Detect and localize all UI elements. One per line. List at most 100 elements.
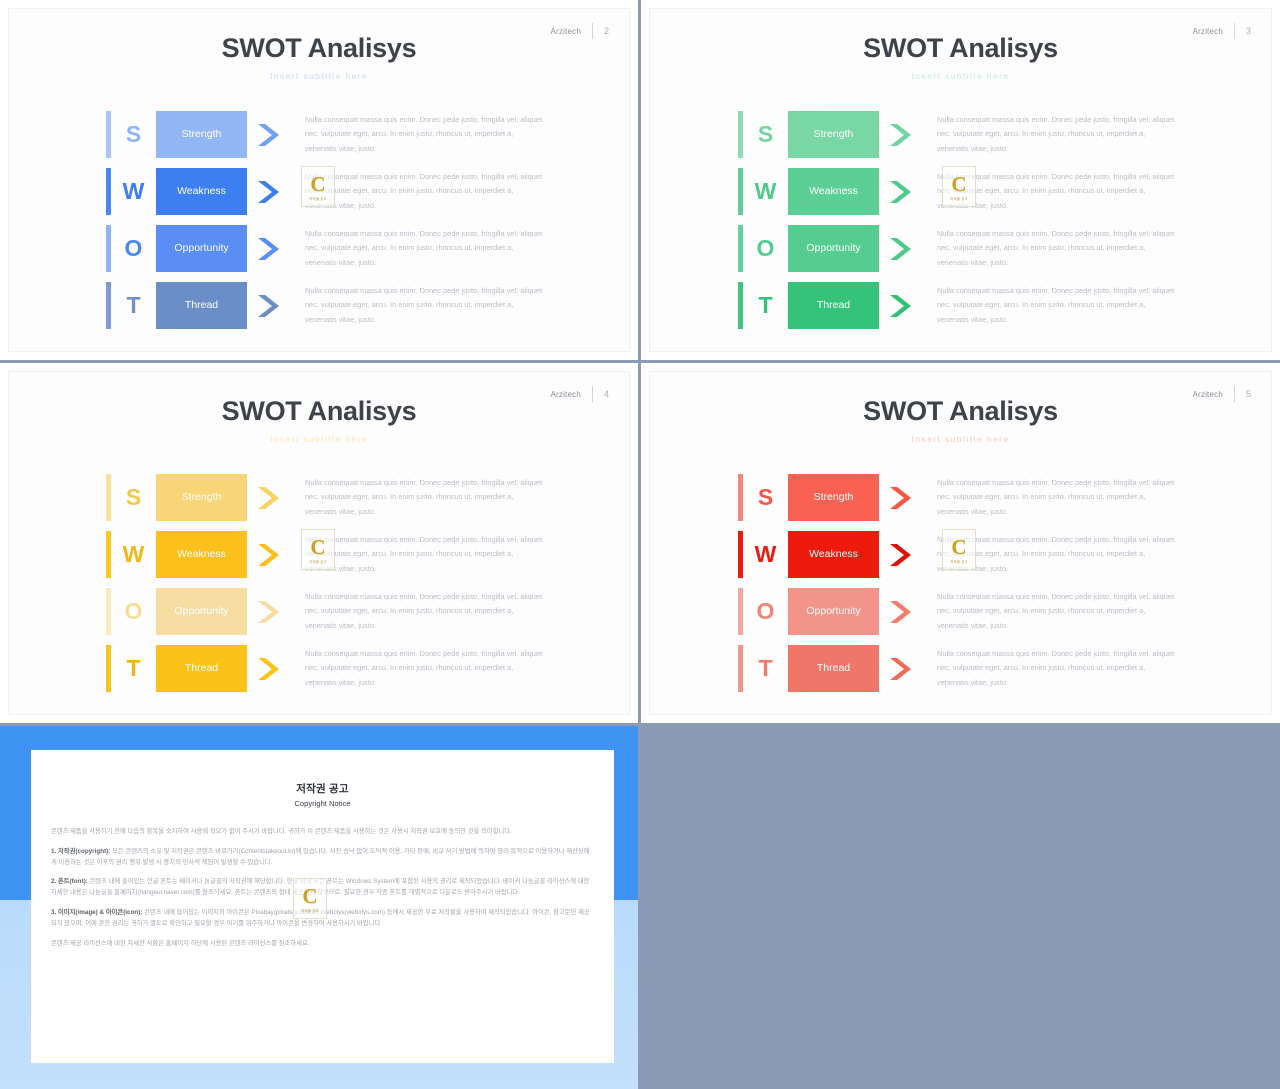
page-title: SWOT Analisys <box>221 396 417 426</box>
swot-label[interactable]: Opportunity <box>156 225 247 272</box>
chevron-right-icon <box>247 168 291 215</box>
paragraph-text: 콘텐츠 제공 라이선스에 대한 자세한 사항은 홈페이지 하단에 사용된 콘텐츠… <box>51 939 310 947</box>
swot-label[interactable]: Thread <box>156 645 247 692</box>
chevron-right-icon <box>247 111 291 158</box>
chevron-right-icon <box>247 645 291 692</box>
swot-description: Nulla consequat massa quis enim. Donec p… <box>937 591 1175 630</box>
paragraph-text: 모든 콘텐츠의 소유 및 저작권은 콘텐츠 바로가기(Contentstakeo… <box>51 847 590 866</box>
copyright-paragraph: 2. 폰트(font): 콘텐츠 내에 들어있는 한글 폰트는 베이커나 눔글꼴… <box>51 877 594 899</box>
swot-label[interactable]: Thread <box>788 282 879 329</box>
swot-letter: S <box>125 484 142 510</box>
swot-description: Nulla consequat massa quis enim. Donec p… <box>305 228 543 267</box>
swot-row[interactable]: T Thread Nulla consequat massa quis enim… <box>106 645 607 692</box>
paragraph-text: 콘텐츠 제품을 사용하기 전에 다음의 항목을 숙지하여 사용에 착오가 없어 … <box>51 828 512 835</box>
slide-thumbnail-copyright[interactable]: 저작권 공고 Copyright Notice 콘텐츠 제품을 사용하기 전에 … <box>0 726 638 1089</box>
swot-letter: O <box>756 598 775 624</box>
swot-label[interactable]: Weakness <box>156 168 247 215</box>
swot-row[interactable]: O Opportunity Nulla consequat massa quis… <box>106 225 607 272</box>
swot-letter: S <box>757 484 774 510</box>
swot-row[interactable]: S Strength Nulla consequat massa quis en… <box>738 111 1249 158</box>
swot-row[interactable]: T Thread Nulla consequat massa quis enim… <box>738 645 1249 692</box>
swot-row[interactable]: W Weakness Nulla consequat massa quis en… <box>738 531 1249 578</box>
swot-label[interactable]: Strength <box>156 474 247 521</box>
copyright-subtitle: Copyright Notice <box>294 799 351 808</box>
swot-letter: W <box>754 178 777 204</box>
page-subtitle: Insert subtitle here <box>911 71 1010 81</box>
swot-description: Nulla consequat massa quis enim. Donec p… <box>305 285 543 324</box>
swot-row[interactable]: W Weakness Nulla consequat massa quis en… <box>738 168 1249 215</box>
swot-row[interactable]: S Strength Nulla consequat massa quis en… <box>106 111 607 158</box>
swot-description: Nulla consequat massa quis enim. Donec p… <box>937 648 1175 687</box>
swot-row[interactable]: O Opportunity Nulla consequat massa quis… <box>738 225 1249 272</box>
page-title: SWOT Analisys <box>863 396 1058 426</box>
page-subtitle: Insert subtitle here <box>270 71 368 81</box>
swot-list-yellow: S Strength Nulla consequat massa quis en… <box>106 474 607 692</box>
swot-list-blue: S Strength Nulla consequat massa quis en… <box>106 111 607 329</box>
paragraph-lead: 2. 폰트(font): <box>51 878 88 886</box>
slide-thumbnail-blue[interactable]: Arzitech 2 SWOT Analisys Insert subtitle… <box>0 0 638 360</box>
swot-label[interactable]: Opportunity <box>788 225 879 272</box>
swot-label[interactable]: Weakness <box>788 531 879 578</box>
chevron-right-icon <box>247 474 291 521</box>
chevron-right-icon <box>879 282 923 329</box>
chevron-right-icon <box>247 531 291 578</box>
slide-canvas: Arzitech 2 SWOT Analisys Insert subtitle… <box>8 8 630 352</box>
swot-letter: O <box>124 598 143 624</box>
copyright-paragraph: 3. 이미지(image) & 아이콘(icon): 콘텐츠 내에 들어있는 이… <box>51 908 594 930</box>
chevron-right-icon <box>879 111 923 158</box>
chevron-right-icon <box>879 531 923 578</box>
page-title: SWOT Analisys <box>221 33 417 63</box>
swot-description: Nulla consequat massa quis enim. Donec p… <box>305 591 543 630</box>
swot-label[interactable]: Strength <box>788 111 879 158</box>
swot-description: Nulla consequat massa quis enim. Donec p… <box>937 477 1175 516</box>
slide-canvas: Arzitech 3 SWOT Analisys Insert subtitle… <box>649 8 1272 352</box>
chevron-right-icon <box>247 588 291 635</box>
swot-label[interactable]: Opportunity <box>156 588 247 635</box>
swot-description: Nulla consequat massa quis enim. Donec p… <box>305 171 543 210</box>
chevron-right-icon <box>879 474 923 521</box>
swot-row[interactable]: O Opportunity Nulla consequat massa quis… <box>738 588 1249 635</box>
swot-row[interactable]: O Opportunity Nulla consequat massa quis… <box>106 588 607 635</box>
swot-row[interactable]: T Thread Nulla consequat massa quis enim… <box>106 282 607 329</box>
swot-list-green: S Strength Nulla consequat massa quis en… <box>738 111 1249 329</box>
swot-description: Nulla consequat massa quis enim. Donec p… <box>305 534 543 573</box>
copyright-body: 콘텐츠 제품을 사용하기 전에 다음의 항목을 숙지하여 사용에 착오가 없어 … <box>31 808 614 950</box>
slide-thumbnail-green[interactable]: Arzitech 3 SWOT Analisys Insert subtitle… <box>641 0 1280 360</box>
chevron-right-icon <box>247 225 291 272</box>
swot-label[interactable]: Thread <box>156 282 247 329</box>
paragraph-lead: 1. 저작권(copyright): <box>51 847 111 855</box>
page-subtitle: Insert subtitle here <box>270 434 368 444</box>
swot-description: Nulla consequat massa quis enim. Donec p… <box>305 477 543 516</box>
swot-label[interactable]: Opportunity <box>788 588 879 635</box>
paragraph-lead: 3. 이미지(image) & 아이콘(icon): <box>51 909 143 917</box>
swot-description: Nulla consequat massa quis enim. Donec p… <box>937 171 1175 210</box>
copyright-paragraph: 콘텐츠 제공 라이선스에 대한 자세한 사항은 홈페이지 하단에 사용된 콘텐츠… <box>51 939 594 950</box>
swot-label[interactable]: Weakness <box>788 168 879 215</box>
swot-row[interactable]: S Strength Nulla consequat massa quis en… <box>738 474 1249 521</box>
swot-label[interactable]: Strength <box>788 474 879 521</box>
swot-label[interactable]: Thread <box>788 645 879 692</box>
swot-list-red: S Strength Nulla consequat massa quis en… <box>738 474 1249 692</box>
swot-row[interactable]: W Weakness Nulla consequat massa quis en… <box>106 168 607 215</box>
swot-description: Nulla consequat massa quis enim. Donec p… <box>305 648 543 687</box>
copyright-paragraph: 1. 저작권(copyright): 모든 콘텐츠의 소유 및 저작권은 콘텐츠… <box>51 847 594 869</box>
swot-letter: W <box>754 541 777 567</box>
swot-label[interactable]: Weakness <box>156 531 247 578</box>
swot-row[interactable]: S Strength Nulla consequat massa quis en… <box>106 474 607 521</box>
swot-letter: T <box>758 655 773 681</box>
copyright-title: 저작권 공고 <box>296 783 349 795</box>
swot-row[interactable]: T Thread Nulla consequat massa quis enim… <box>738 282 1249 329</box>
swot-label[interactable]: Strength <box>156 111 247 158</box>
paragraph-text: 콘텐츠 내에 들어있는 한글 폰트는 베이커나 눔글꼴의 저작권에 해당합니다.… <box>51 878 590 897</box>
swot-row[interactable]: W Weakness Nulla consequat massa quis en… <box>106 531 607 578</box>
swot-letter: W <box>122 541 145 567</box>
chevron-right-icon <box>879 168 923 215</box>
slide-thumbnail-yellow[interactable]: Arzitech 4 SWOT Analisys Insert subtitle… <box>0 363 638 723</box>
swot-description: Nulla consequat massa quis enim. Donec p… <box>937 534 1175 573</box>
copyright-paper: 저작권 공고 Copyright Notice 콘텐츠 제품을 사용하기 전에 … <box>31 750 614 1063</box>
slide-thumbnail-red[interactable]: Arzitech 5 SWOT Analisys Insert subtitle… <box>641 363 1280 723</box>
chevron-right-icon <box>879 588 923 635</box>
copyright-paragraph: 콘텐츠 제품을 사용하기 전에 다음의 항목을 숙지하여 사용에 착오가 없어 … <box>51 827 594 838</box>
swot-letter: O <box>756 235 775 261</box>
slide-canvas: Arzitech 5 SWOT Analisys Insert subtitle… <box>649 371 1272 715</box>
